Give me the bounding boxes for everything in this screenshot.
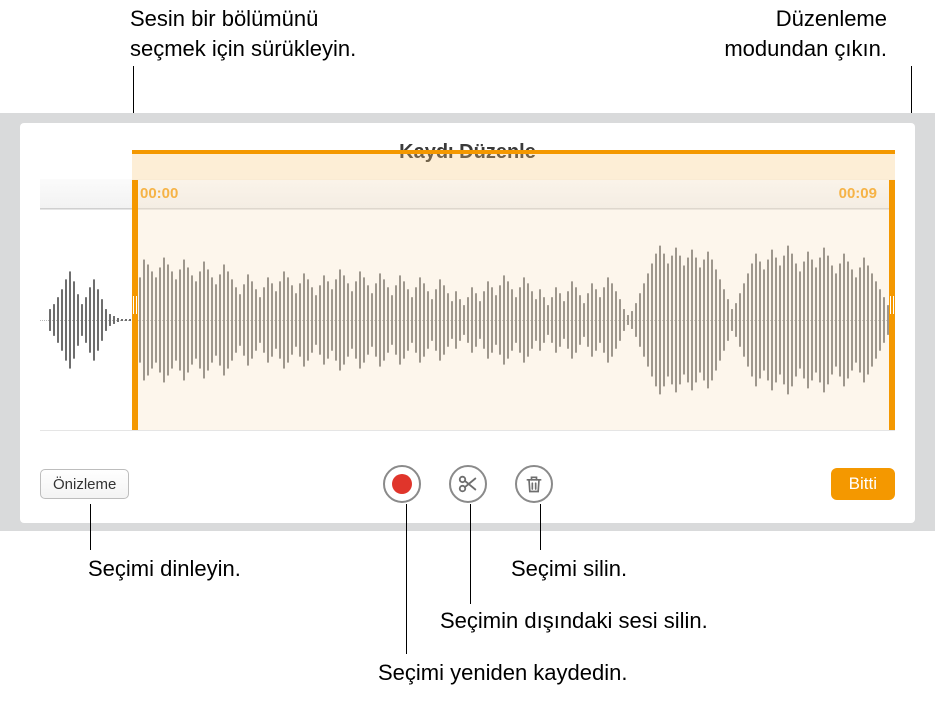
leader-line: [406, 504, 407, 654]
callout-exit-edit: Düzenleme modundan çıkın.: [724, 4, 887, 63]
callout-delete-selection: Seçimi silin.: [511, 554, 627, 584]
delete-button[interactable]: [515, 465, 553, 503]
leader-line: [540, 504, 541, 550]
trash-icon: [524, 473, 544, 495]
center-tools: [383, 465, 553, 503]
trim-button[interactable]: [449, 465, 487, 503]
leader-line: [90, 504, 91, 550]
record-icon: [392, 474, 412, 494]
edit-panel: Kaydı Düzenle 00:00 00:09 Önizleme: [20, 123, 915, 523]
done-button[interactable]: Bitti: [831, 468, 895, 500]
callout-listen-selection: Seçimi dinleyin.: [88, 554, 241, 584]
callout-drag-select: Sesin bir bölümünü seçmek için sürükleyi…: [130, 4, 356, 63]
selection-handle-right[interactable]: [889, 291, 895, 319]
callout-delete-outside: Seçimin dışındaki sesi silin.: [440, 606, 708, 636]
waveform-area[interactable]: [40, 209, 895, 431]
leader-line: [470, 504, 471, 604]
callout-rerecord: Seçimi yeniden kaydedin.: [378, 658, 627, 688]
timeline: 00:00 00:09: [40, 179, 895, 431]
selection-handle-left[interactable]: [132, 291, 138, 319]
panel-title: Kaydı Düzenle: [20, 141, 915, 164]
selection-region[interactable]: [132, 180, 895, 430]
preview-button[interactable]: Önizleme: [40, 469, 129, 499]
scissors-icon: [457, 473, 479, 495]
controls-bar: Önizleme: [40, 465, 895, 503]
record-button[interactable]: [383, 465, 421, 503]
